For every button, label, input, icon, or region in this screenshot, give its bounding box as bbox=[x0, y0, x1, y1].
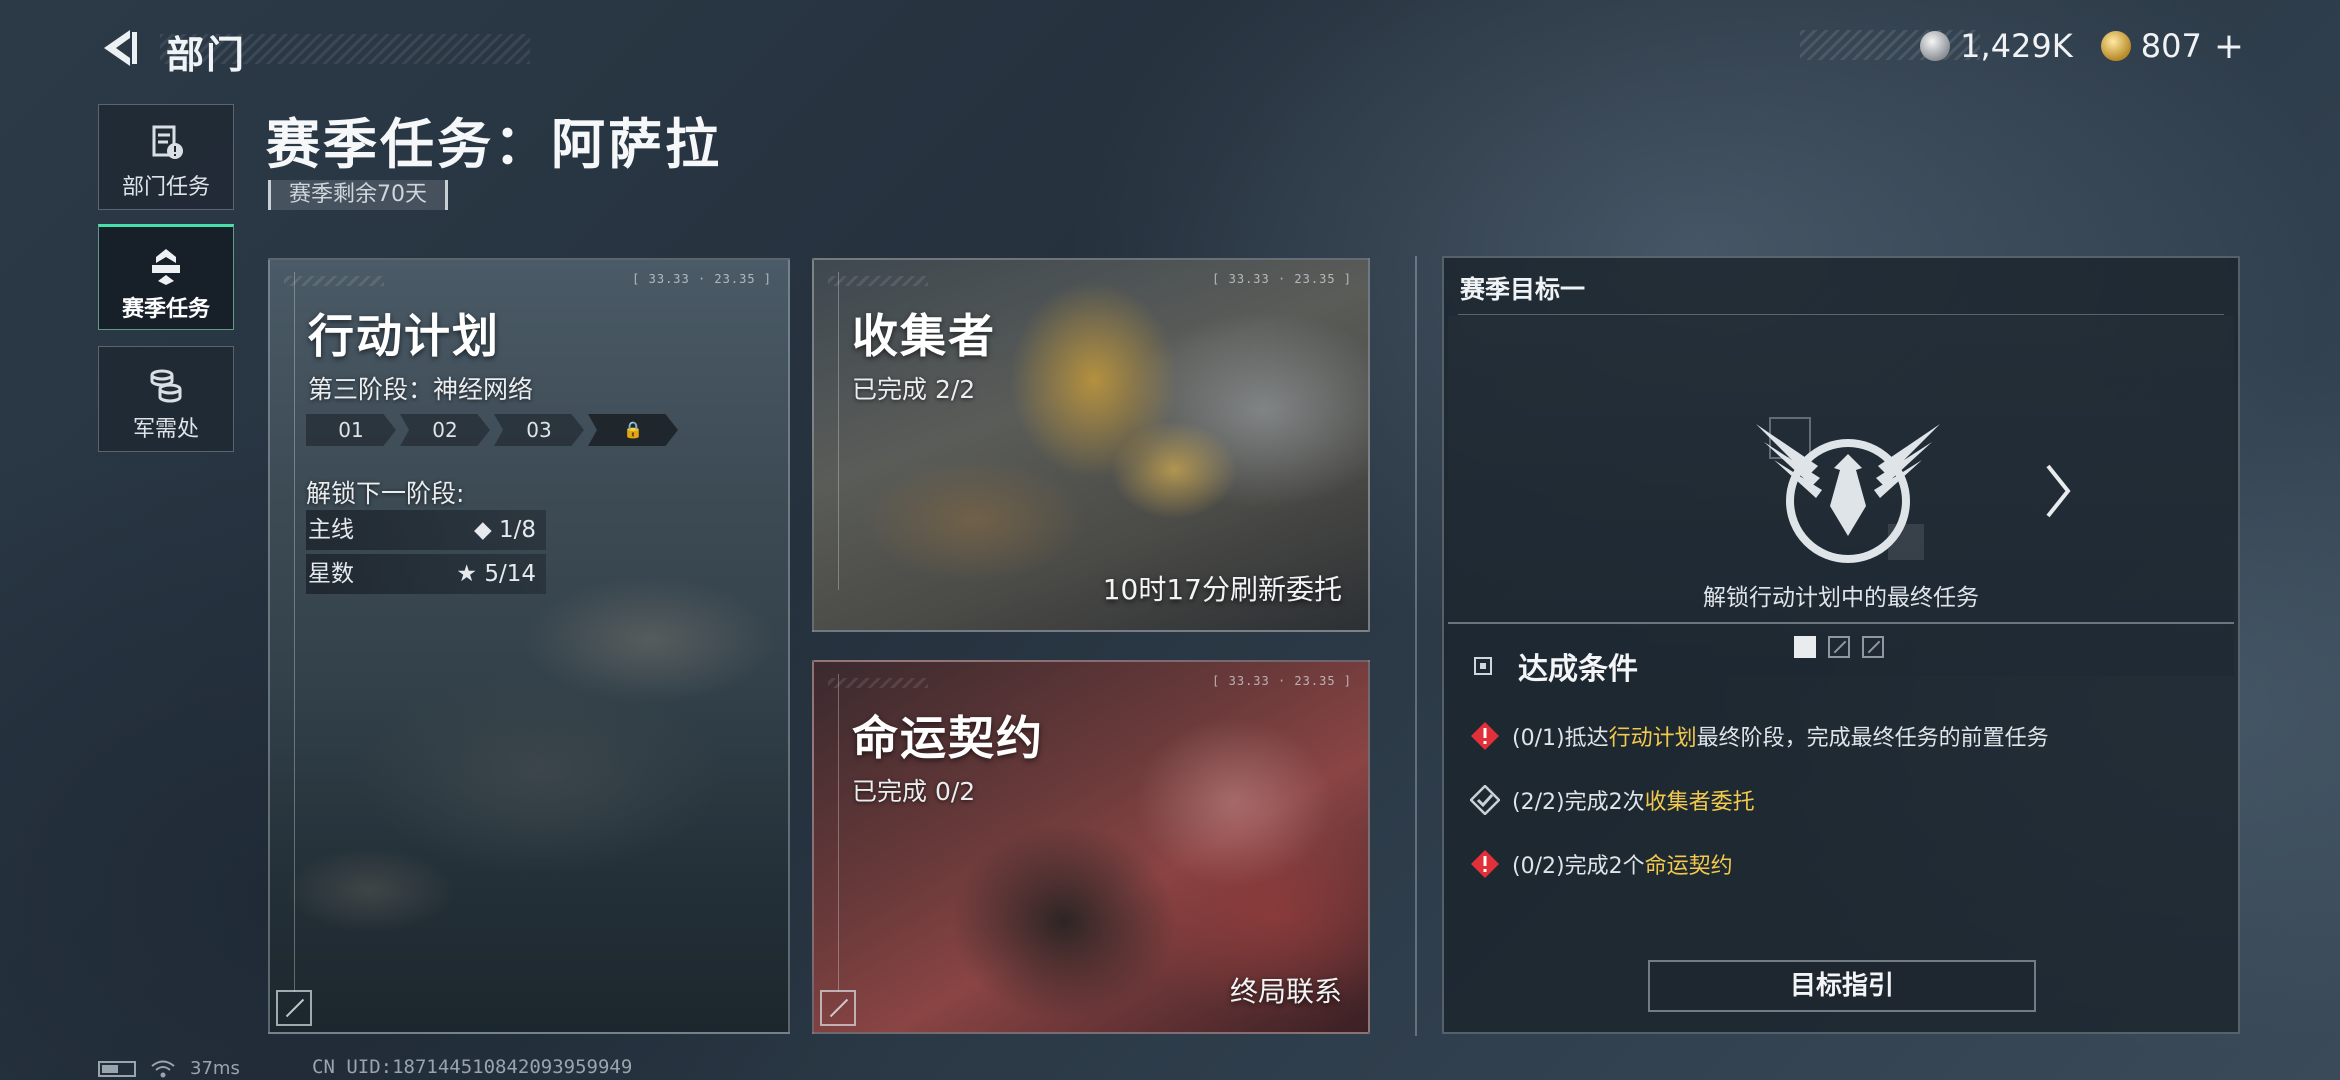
card-corner-decoration bbox=[284, 276, 384, 286]
condition-text: (2/2)完成2次收集者委托 bbox=[1512, 790, 1755, 815]
silver-currency-value: 1,429K bbox=[1960, 27, 2073, 65]
goal-pager bbox=[1794, 636, 1884, 658]
bullet-icon bbox=[1474, 657, 1492, 675]
sidebar-item-label: 军需处 bbox=[132, 417, 199, 442]
requirement-value: ★ 5/14 bbox=[456, 561, 536, 587]
expand-icon bbox=[276, 990, 312, 1026]
goal-description: 解锁行动计划中的最终任务 bbox=[1703, 585, 1979, 611]
card-title: 收集者 bbox=[852, 309, 996, 363]
silver-currency: 1,429K bbox=[1920, 27, 2073, 65]
card-frame-line bbox=[838, 674, 839, 992]
card-coordinates: [ 33.33 · 23.35 ] bbox=[632, 272, 772, 286]
pager-dot[interactable] bbox=[1828, 636, 1850, 658]
pager-dot[interactable] bbox=[1862, 636, 1884, 658]
gold-currency[interactable]: 807 + bbox=[2100, 26, 2244, 67]
requirement-label: 星数 bbox=[308, 561, 354, 587]
sidebar-item-label: 赛季任务 bbox=[121, 297, 210, 322]
status-bar: 37ms bbox=[98, 1058, 240, 1079]
silver-coin-icon bbox=[1920, 31, 1951, 61]
condition-text: (0/1)抵达行动计划最终阶段，完成最终任务的前置任务 bbox=[1512, 726, 2049, 751]
refresh-timer: 10时17分刷新委托 bbox=[1102, 573, 1342, 606]
conditions-title-text: 达成条件 bbox=[1518, 652, 1638, 687]
card-frame-line bbox=[294, 272, 295, 992]
sidebar-item-quartermaster[interactable]: 军需处 bbox=[98, 346, 234, 452]
unlock-next-label: 解锁下一阶段: bbox=[306, 479, 465, 508]
goal-guide-button[interactable]: 目标指引 bbox=[1648, 960, 2036, 1012]
fate-contract-card[interactable]: [ 33.33 · 23.35 ] 命运契约 已完成 0/2 终局联系 bbox=[812, 660, 1370, 1034]
sidebar-item-season-tasks[interactable]: 赛季任务 bbox=[98, 224, 234, 330]
divider bbox=[1458, 314, 2224, 315]
requirement-value: ◆ 1/8 bbox=[473, 517, 536, 543]
alert-icon bbox=[1471, 722, 1499, 750]
back-arrow-icon bbox=[104, 30, 137, 66]
card-title: 命运契约 bbox=[852, 711, 1044, 765]
sidebar-item-department-tasks[interactable]: 部门任务 bbox=[98, 104, 234, 210]
coins-icon bbox=[150, 369, 182, 403]
card-phase: 第三阶段：神经网络 bbox=[308, 375, 534, 404]
battery-icon bbox=[98, 1060, 136, 1077]
operation-plan-card[interactable]: [ 33.33 · 23.35 ] 行动计划 第三阶段：神经网络 01 02 0… bbox=[268, 258, 790, 1034]
section-divider bbox=[1415, 256, 1417, 1036]
card-corner-decoration bbox=[828, 276, 928, 286]
card-title: 行动计划 bbox=[308, 309, 500, 363]
alert-icon bbox=[1471, 850, 1499, 878]
condition-item: (0/2)完成2个命运契约 bbox=[1470, 848, 1733, 880]
season-goal-panel: 赛季目标一 解锁行动计划中的最终任务 达成条件 (0/1)抵达行动计划最终阶段，… bbox=[1442, 256, 2240, 1034]
requirement-row: 主线 ◆ 1/8 bbox=[306, 510, 546, 550]
expand-icon bbox=[820, 990, 856, 1026]
divider bbox=[1448, 622, 2234, 624]
next-goal-chevron-icon[interactable] bbox=[2038, 456, 2078, 526]
collector-card[interactable]: [ 33.33 · 23.35 ] 收集者 已完成 2/2 10时17分刷新委托 bbox=[812, 258, 1370, 632]
ping-value: 37ms bbox=[190, 1058, 240, 1079]
card-footer-label: 终局联系 bbox=[1229, 975, 1342, 1008]
user-id: CN UID:18714451084209395994​9 bbox=[312, 1056, 633, 1078]
card-coordinates: [ 33.33 · 23.35 ] bbox=[1212, 272, 1352, 286]
card-corner-decoration bbox=[828, 678, 928, 688]
condition-text: (0/2)完成2个命运契约 bbox=[1512, 854, 1733, 879]
stage-step: 02 bbox=[400, 414, 490, 446]
document-alert-icon bbox=[152, 125, 183, 159]
wifi-icon bbox=[151, 1060, 175, 1077]
gold-currency-value: 807 bbox=[2140, 27, 2202, 65]
page-section-title: 部门 bbox=[166, 33, 247, 77]
currency-bar: 1,429K 807 + bbox=[1800, 26, 2260, 67]
card-frame-line bbox=[838, 272, 839, 590]
gold-coin-icon bbox=[2100, 31, 2131, 61]
lock-icon: 🔒 bbox=[588, 414, 678, 446]
condition-item: (2/2)完成2次收集者委托 bbox=[1470, 784, 1755, 816]
badge-icon bbox=[152, 249, 180, 285]
stage-step: 01 bbox=[306, 414, 396, 446]
pager-dot-active[interactable] bbox=[1794, 636, 1816, 658]
season-remaining-badge: 赛季剩余70天 bbox=[268, 180, 448, 210]
conditions-title: 达成条件 bbox=[1474, 644, 1638, 688]
page-title: 赛季任务：阿萨拉 bbox=[266, 113, 722, 176]
goal-header: 赛季目标一 bbox=[1460, 275, 1586, 304]
back-button[interactable] bbox=[96, 24, 140, 72]
eagle-emblem-icon bbox=[1756, 417, 1940, 563]
sidebar-item-label: 部门任务 bbox=[121, 175, 210, 200]
checkmark-icon bbox=[1470, 785, 1500, 815]
stage-progress: 01 02 03 🔒 bbox=[306, 414, 682, 446]
condition-item: (0/1)抵达行动计划最终阶段，完成最终任务的前置任务 bbox=[1470, 720, 2049, 752]
card-progress: 已完成 2/2 bbox=[852, 375, 976, 404]
add-currency-button[interactable]: + bbox=[2214, 26, 2244, 67]
requirement-row: 星数 ★ 5/14 bbox=[306, 554, 546, 594]
stage-step: 03 bbox=[494, 414, 584, 446]
card-coordinates: [ 33.33 · 23.35 ] bbox=[1212, 674, 1352, 688]
requirement-label: 主线 bbox=[308, 517, 354, 543]
card-progress: 已完成 0/2 bbox=[852, 777, 976, 806]
